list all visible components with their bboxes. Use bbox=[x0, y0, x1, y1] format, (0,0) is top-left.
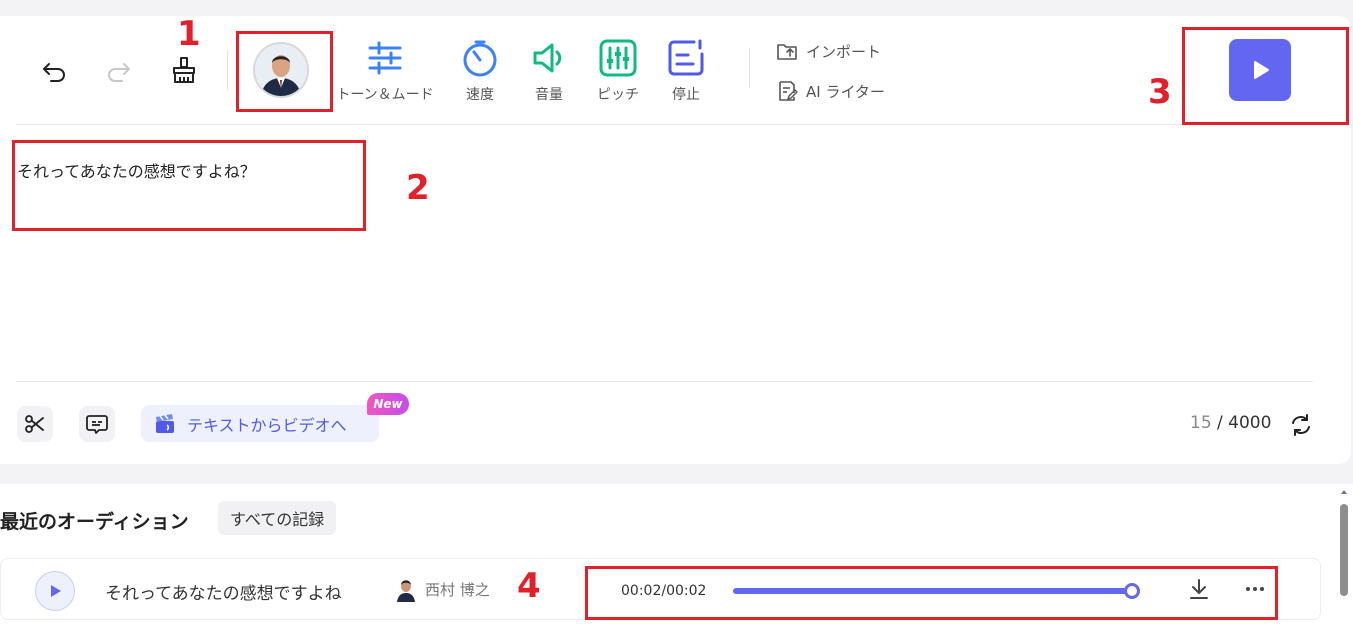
tool-speed[interactable]: 速度 bbox=[444, 38, 516, 104]
char-limit: / 4000 bbox=[1217, 413, 1272, 433]
clapperboard-icon bbox=[156, 413, 174, 433]
recent-auditions-title: 最近のオーディション bbox=[0, 511, 189, 533]
refresh-icon bbox=[1292, 414, 1310, 436]
cut-button[interactable] bbox=[17, 406, 53, 442]
annotation-box-4 bbox=[585, 566, 1278, 620]
toolbar-separator bbox=[227, 50, 228, 90]
annotation-number-2: 2 bbox=[406, 168, 430, 208]
annotation-box-1 bbox=[236, 31, 333, 112]
char-counter: 15 / 4000 bbox=[1190, 413, 1271, 433]
text-to-video-label: テキストからビデオへ bbox=[187, 415, 347, 435]
annotation-box-3 bbox=[1182, 27, 1349, 125]
tool-label: 停止 bbox=[672, 87, 700, 103]
tool-label: トーン＆ムード bbox=[336, 87, 434, 103]
text-to-video-button[interactable]: テキストからビデオへ bbox=[141, 405, 379, 442]
folder-import-icon bbox=[777, 44, 797, 60]
subtitle-bubble-icon bbox=[86, 415, 108, 434]
import-label: インポート bbox=[806, 42, 882, 61]
refresh-button[interactable] bbox=[1288, 412, 1314, 438]
voice-info: 西村 博之 bbox=[395, 576, 490, 602]
undo-button[interactable] bbox=[36, 54, 72, 90]
subtitle-button[interactable] bbox=[79, 406, 115, 442]
annotation-number-4: 4 bbox=[517, 566, 541, 606]
broom-icon bbox=[173, 57, 195, 83]
row-play-button[interactable] bbox=[35, 571, 75, 611]
ai-writer-icon bbox=[779, 81, 798, 101]
toolbar-divider bbox=[16, 124, 1313, 125]
pitch-equalizer-icon bbox=[599, 39, 637, 77]
all-records-button[interactable]: すべての記録 bbox=[218, 501, 337, 535]
tool-label: ピッチ bbox=[597, 87, 639, 103]
clear-button[interactable] bbox=[166, 52, 202, 88]
pause-insert-icon bbox=[668, 39, 704, 76]
play-icon bbox=[51, 585, 61, 597]
tool-volume[interactable]: 音量 bbox=[513, 38, 585, 104]
speaker-portrait-icon bbox=[397, 580, 415, 602]
ai-writer-label: AI ライター bbox=[806, 82, 885, 101]
volume-icon bbox=[533, 43, 562, 73]
scrollbar-thumb[interactable] bbox=[1340, 504, 1348, 596]
scissors-icon bbox=[25, 415, 44, 433]
tool-pause[interactable]: 停止 bbox=[650, 38, 722, 104]
sliders-icon bbox=[368, 41, 402, 75]
annotation-box-2 bbox=[12, 140, 366, 231]
scroll-up-icon[interactable] bbox=[1339, 487, 1349, 497]
tool-label: 速度 bbox=[466, 87, 494, 103]
tool-pitch[interactable]: ピッチ bbox=[582, 38, 654, 104]
new-badge: New bbox=[367, 393, 409, 415]
annotation-number-1: 1 bbox=[177, 14, 201, 54]
voice-name: 西村 博之 bbox=[425, 580, 490, 599]
redo-icon bbox=[108, 63, 130, 82]
undo-icon bbox=[43, 63, 65, 82]
audition-text: それってあなたの感想ですよね bbox=[105, 584, 342, 604]
toolbar-separator bbox=[749, 48, 750, 88]
redo-button[interactable] bbox=[101, 54, 137, 90]
char-count: 15 bbox=[1190, 413, 1212, 433]
speed-gauge-icon bbox=[463, 40, 497, 77]
footer-divider bbox=[16, 381, 1313, 382]
import-button[interactable]: インポート bbox=[776, 40, 881, 62]
tool-label: 音量 bbox=[535, 87, 563, 103]
annotation-number-3: 3 bbox=[1148, 72, 1172, 112]
ai-writer-button[interactable]: AI ライター bbox=[776, 80, 885, 102]
tool-tone-mood[interactable]: トーン＆ムード bbox=[336, 38, 434, 104]
